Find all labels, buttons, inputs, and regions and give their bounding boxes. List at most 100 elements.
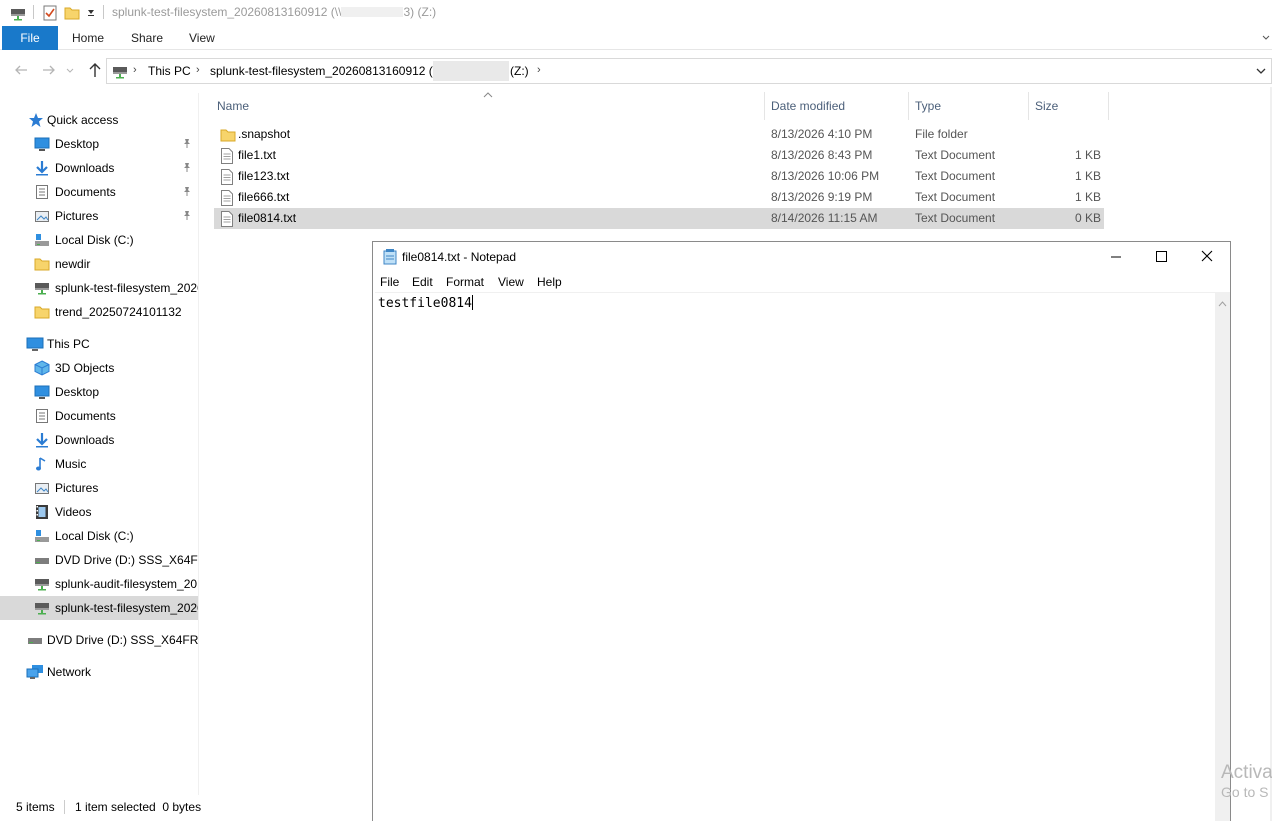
nav-item[interactable]: DVD Drive (D:) SSS_X64FREE xyxy=(0,548,198,572)
downloads-icon xyxy=(34,432,50,448)
address-bar[interactable]: › This PC › splunk-test-filesystem_20260… xyxy=(106,58,1272,84)
nav-item[interactable]: Local Disk (C:) xyxy=(0,228,198,252)
nav-item[interactable]: Music xyxy=(0,452,198,476)
nav-item[interactable]: Videos xyxy=(0,500,198,524)
nav-item[interactable]: Downloads xyxy=(0,428,198,452)
back-icon[interactable] xyxy=(12,61,30,79)
network-drive-icon xyxy=(10,5,26,24)
nav-item[interactable]: Local Disk (C:) xyxy=(0,524,198,548)
file-row[interactable]: .snapshot 8/13/2026 4:10 PM File folder xyxy=(214,124,1104,145)
nav-quick-access[interactable]: Quick access xyxy=(0,108,198,132)
notepad-text-area[interactable]: testfile0814 xyxy=(375,292,1215,821)
nav-label: Downloads xyxy=(55,433,115,447)
pin-icon[interactable] xyxy=(182,180,192,204)
folder-icon xyxy=(34,256,50,272)
nav-this-pc[interactable]: This PC xyxy=(0,332,198,356)
column-divider[interactable] xyxy=(764,92,765,120)
ribbon-expand-icon[interactable] xyxy=(1260,26,1272,50)
maximize-icon[interactable] xyxy=(1138,242,1184,272)
menu-edit[interactable]: Edit xyxy=(412,275,433,289)
pin-icon[interactable] xyxy=(182,156,192,180)
address-dropdown-icon[interactable] xyxy=(1253,63,1269,79)
navigation-pane: Quick access Desktop Downloads Documents Pi… xyxy=(0,93,198,795)
column-header-type[interactable]: Type xyxy=(915,96,941,116)
notepad-menu-bar: File Edit Format View Help xyxy=(373,272,1230,292)
column-divider[interactable] xyxy=(1028,92,1029,120)
nav-label: splunk-test-filesystem_2026 xyxy=(55,281,198,295)
nav-network[interactable]: Network xyxy=(0,660,198,684)
column-divider[interactable] xyxy=(908,92,909,120)
nav-item[interactable]: Pictures xyxy=(0,476,198,500)
nav-item[interactable]: Documents xyxy=(0,404,198,428)
nav-item[interactable]: splunk-audit-filesystem_20 xyxy=(0,572,198,596)
pin-icon[interactable] xyxy=(182,132,192,156)
file-row[interactable]: file666.txt 8/13/2026 9:19 PM Text Documen… xyxy=(214,187,1104,208)
nav-item[interactable]: splunk-test-filesystem_2026 xyxy=(0,596,198,620)
menu-format[interactable]: Format xyxy=(446,275,484,289)
item-count: 5 items xyxy=(16,800,55,814)
file-row[interactable]: file0814.txt 8/14/2026 11:15 AM Text Docum… xyxy=(214,208,1104,229)
nav-item[interactable]: newdir xyxy=(0,252,198,276)
nav-item[interactable]: Documents xyxy=(0,180,198,204)
nav-label: This PC xyxy=(47,337,90,351)
nav-item[interactable]: splunk-test-filesystem_2026 xyxy=(0,276,198,300)
recent-locations-icon[interactable] xyxy=(64,61,76,79)
music-icon xyxy=(34,456,50,472)
column-divider[interactable] xyxy=(1108,92,1109,120)
up-icon[interactable] xyxy=(86,61,104,79)
nav-item[interactable]: Downloads xyxy=(0,156,198,180)
ribbon-tabs: File Home Share View xyxy=(0,26,1272,50)
nav-item[interactable]: Desktop xyxy=(0,132,198,156)
tab-view[interactable]: View xyxy=(189,26,215,50)
pin-icon[interactable] xyxy=(182,204,192,228)
chevron-right-icon[interactable]: › xyxy=(537,64,541,76)
file-date: 8/13/2026 10:06 PM xyxy=(771,169,880,183)
scroll-up-icon[interactable] xyxy=(1218,296,1227,310)
computer-icon xyxy=(26,336,44,352)
nav-label: 3D Objects xyxy=(55,361,115,375)
chevron-right-icon[interactable]: › xyxy=(133,64,137,76)
chevron-down-icon[interactable] xyxy=(86,6,96,21)
tab-file[interactable]: File xyxy=(2,26,58,50)
local-disk-icon xyxy=(34,232,50,248)
close-icon[interactable] xyxy=(1184,242,1230,272)
file-type: Text Document xyxy=(915,169,996,183)
redacted-block xyxy=(433,61,509,81)
file-row[interactable]: file1.txt 8/13/2026 8:43 PM Text Document 1… xyxy=(214,145,1104,166)
nav-item[interactable]: trend_20250724101132 xyxy=(0,300,198,324)
properties-icon[interactable] xyxy=(42,5,58,24)
nav-item[interactable]: Desktop xyxy=(0,380,198,404)
nav-item[interactable]: 3D Objects xyxy=(0,356,198,380)
file-row[interactable]: file123.txt 8/13/2026 10:06 PM Text Docume… xyxy=(214,166,1104,187)
column-header-name[interactable]: Name xyxy=(217,96,249,116)
new-folder-icon[interactable] xyxy=(64,5,80,24)
nav-label: Local Disk (C:) xyxy=(55,529,134,543)
menu-view[interactable]: View xyxy=(498,275,524,289)
vertical-scrollbar[interactable] xyxy=(1215,292,1230,821)
breadcrumb-drive-letter[interactable]: (Z:) xyxy=(510,64,529,78)
chevron-right-icon[interactable]: › xyxy=(196,64,200,76)
file-date: 8/13/2026 9:19 PM xyxy=(771,190,873,204)
forward-icon[interactable] xyxy=(40,61,58,79)
breadcrumb-drive[interactable]: splunk-test-filesystem_20260813160912 (\… xyxy=(210,64,439,78)
notepad-title-bar[interactable]: file0814.txt - Notepad xyxy=(373,242,1230,272)
notepad-window[interactable]: file0814.txt - Notepad File Edit Format … xyxy=(372,241,1231,821)
nav-item[interactable]: Pictures xyxy=(0,204,198,228)
column-header-size[interactable]: Size xyxy=(1035,96,1058,116)
activation-watermark: Activa Go to S xyxy=(1221,762,1272,800)
dvd-drive-icon xyxy=(34,552,50,568)
status-divider xyxy=(64,800,65,814)
notepad-icon xyxy=(383,249,397,265)
tab-home[interactable]: Home xyxy=(72,26,104,50)
nav-label: Network xyxy=(47,665,92,679)
menu-file[interactable]: File xyxy=(380,275,399,289)
network-drive-icon xyxy=(34,600,50,616)
minimize-icon[interactable] xyxy=(1093,242,1139,272)
tab-share[interactable]: Share xyxy=(131,26,163,50)
menu-help[interactable]: Help xyxy=(537,275,562,289)
star-icon xyxy=(28,112,44,128)
documents-icon xyxy=(34,408,50,424)
column-header-date[interactable]: Date modified xyxy=(771,96,845,116)
breadcrumb-this-pc[interactable]: This PC xyxy=(148,64,191,78)
nav-dvd-drive[interactable]: DVD Drive (D:) SSS_X64FREE_ xyxy=(0,628,198,652)
